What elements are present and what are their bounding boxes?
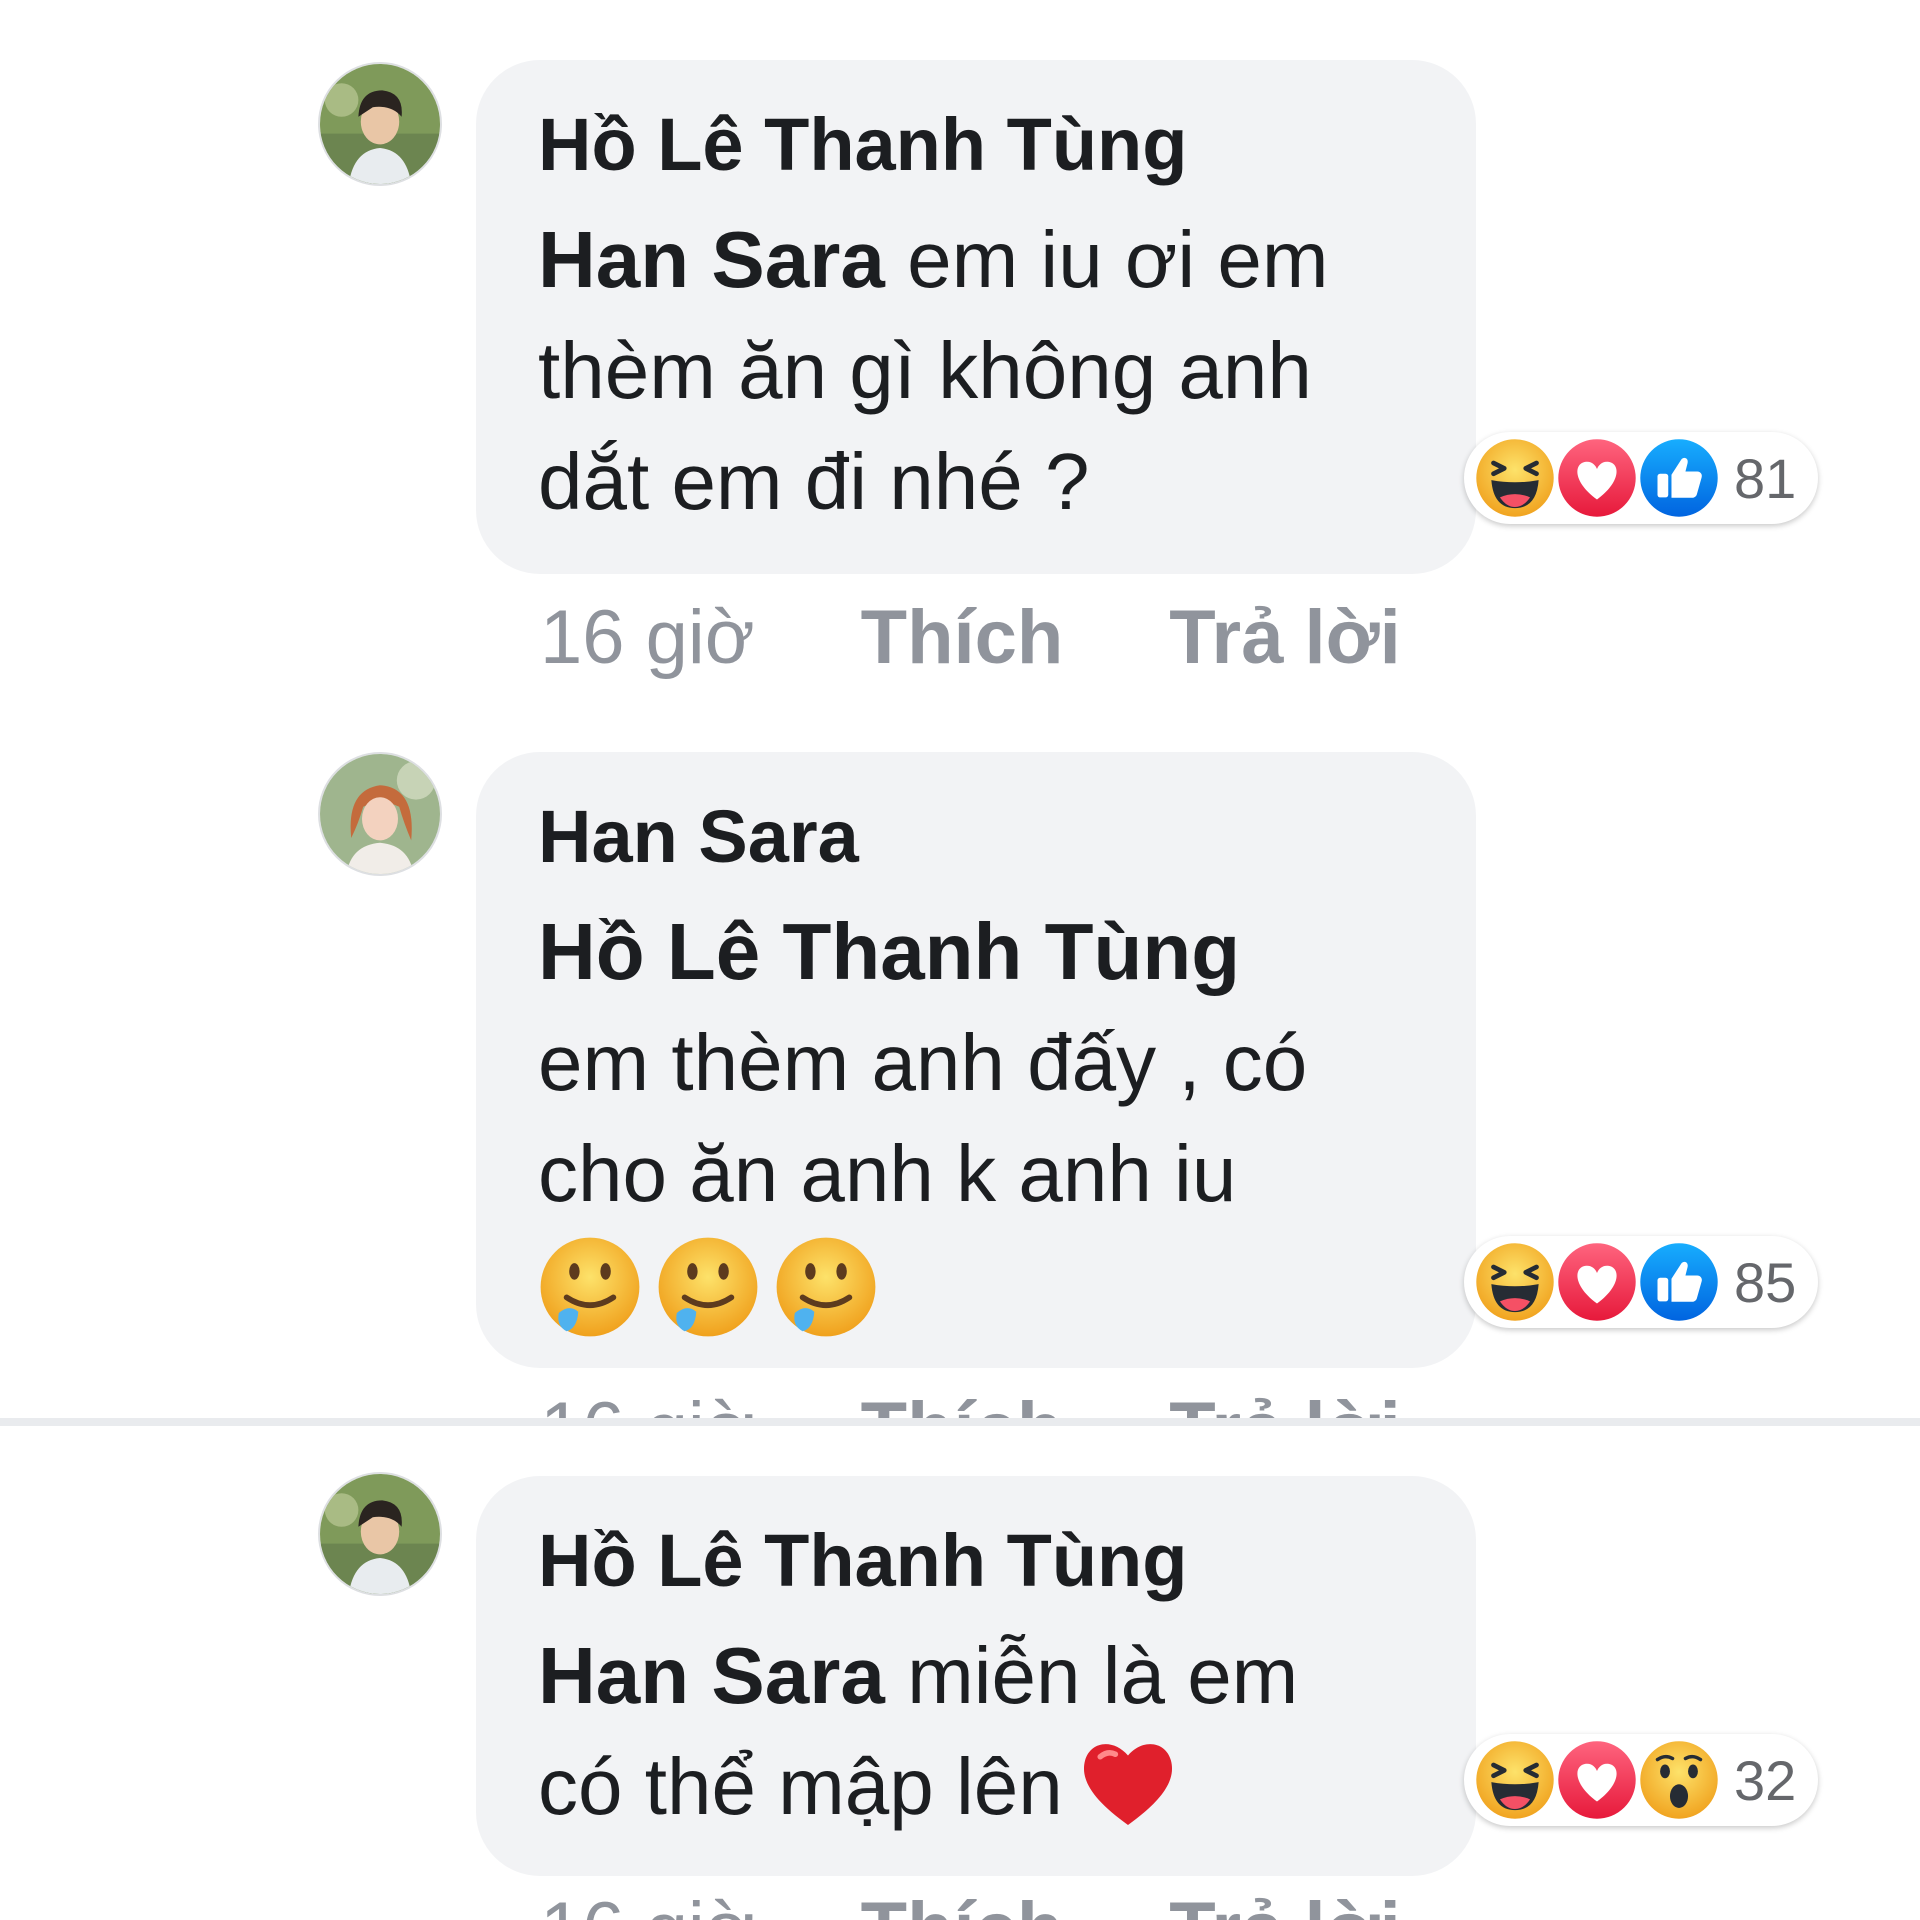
drooling-face-icon (774, 1235, 878, 1339)
mention-link[interactable]: Hồ Lê Thanh Tùng (538, 896, 1416, 1007)
red-heart-icon (1077, 1734, 1179, 1830)
mention-link[interactable]: Han Sara (538, 1631, 885, 1720)
avatar[interactable] (318, 62, 442, 186)
comment-text-line: dắt em đi nhé ? (538, 437, 1090, 526)
screenshot-panel-bottom: Hồ Lê Thanh Tùng Han Sara miễn là em có … (0, 1426, 1920, 1920)
like-button[interactable]: Thích (861, 1386, 1064, 1418)
comment-actions: 16 giờ Thích Trả lời (540, 1386, 1401, 1418)
comment-text-line: thèm ăn gì không anh (538, 326, 1312, 415)
comment-text: Hồ Lê Thanh Tùng em thèm anh đấy , có ch… (538, 896, 1416, 1229)
comment-author[interactable]: Han Sara (538, 792, 1416, 882)
screenshot-divider (0, 1418, 1920, 1426)
screenshot-panel-top: Hồ Lê Thanh Tùng Han Sara em iu ơi em th… (0, 0, 1920, 1418)
haha-reaction-icon (1472, 1239, 1558, 1325)
comment-author[interactable]: Hồ Lê Thanh Tùng (538, 100, 1416, 190)
comment-text: Han Sara em iu ơi em thèm ăn gì không an… (538, 204, 1416, 537)
love-reaction-icon (1554, 1737, 1640, 1823)
avatar[interactable] (318, 1472, 442, 1596)
reply-button[interactable]: Trả lời (1169, 594, 1400, 681)
like-reaction-icon (1636, 435, 1722, 521)
comment-actions: 16 giờ Thích Trả lời (540, 1886, 1401, 1920)
mention-link[interactable]: Han Sara (538, 215, 885, 304)
avatar[interactable] (318, 752, 442, 876)
comment-text: Han Sara miễn là em có thể mập lên (538, 1620, 1416, 1842)
haha-reaction-icon (1472, 435, 1558, 521)
like-button[interactable]: Thích (861, 594, 1064, 681)
comment-actions: 16 giờ Thích Trả lời (540, 594, 1401, 681)
emoji-row (538, 1235, 1416, 1339)
reaction-count: 85 (1734, 1250, 1797, 1314)
comment-text-line: em iu ơi em (884, 215, 1329, 304)
reaction-count: 32 (1734, 1748, 1797, 1812)
comment-bubble: Han Sara Hồ Lê Thanh Tùng em thèm anh đấ… (476, 752, 1476, 1368)
love-reaction-icon (1554, 1239, 1640, 1325)
comment-timestamp[interactable]: 16 giờ (540, 1386, 755, 1418)
comment-bubble: Hồ Lê Thanh Tùng Han Sara miễn là em có … (476, 1476, 1476, 1876)
reactions-summary[interactable]: 32 (1464, 1734, 1819, 1826)
like-reaction-icon (1636, 1239, 1722, 1325)
comment-timestamp[interactable]: 16 giờ (540, 594, 755, 681)
love-reaction-icon (1554, 435, 1640, 521)
drooling-face-icon (538, 1235, 642, 1339)
reactions-summary[interactable]: 85 (1464, 1236, 1819, 1328)
comment-text-line: miễn là em (884, 1631, 1299, 1720)
like-button[interactable]: Thích (861, 1886, 1064, 1920)
reaction-count: 81 (1734, 446, 1797, 510)
comment-text-line: em thèm anh đấy , có (538, 1018, 1308, 1107)
comment-bubble: Hồ Lê Thanh Tùng Han Sara em iu ơi em th… (476, 60, 1476, 574)
haha-reaction-icon (1472, 1737, 1558, 1823)
comment-author[interactable]: Hồ Lê Thanh Tùng (538, 1516, 1416, 1606)
comment-text-line: cho ăn anh k anh iu (538, 1129, 1237, 1218)
drooling-face-icon (656, 1235, 760, 1339)
reactions-summary[interactable]: 81 (1464, 432, 1819, 524)
reply-button[interactable]: Trả lời (1169, 1386, 1400, 1418)
reply-button[interactable]: Trả lời (1169, 1886, 1400, 1920)
comment-text-line: có thể mập lên (538, 1742, 1063, 1831)
wow-reaction-icon (1636, 1737, 1722, 1823)
comment-timestamp[interactable]: 16 giờ (540, 1886, 755, 1920)
